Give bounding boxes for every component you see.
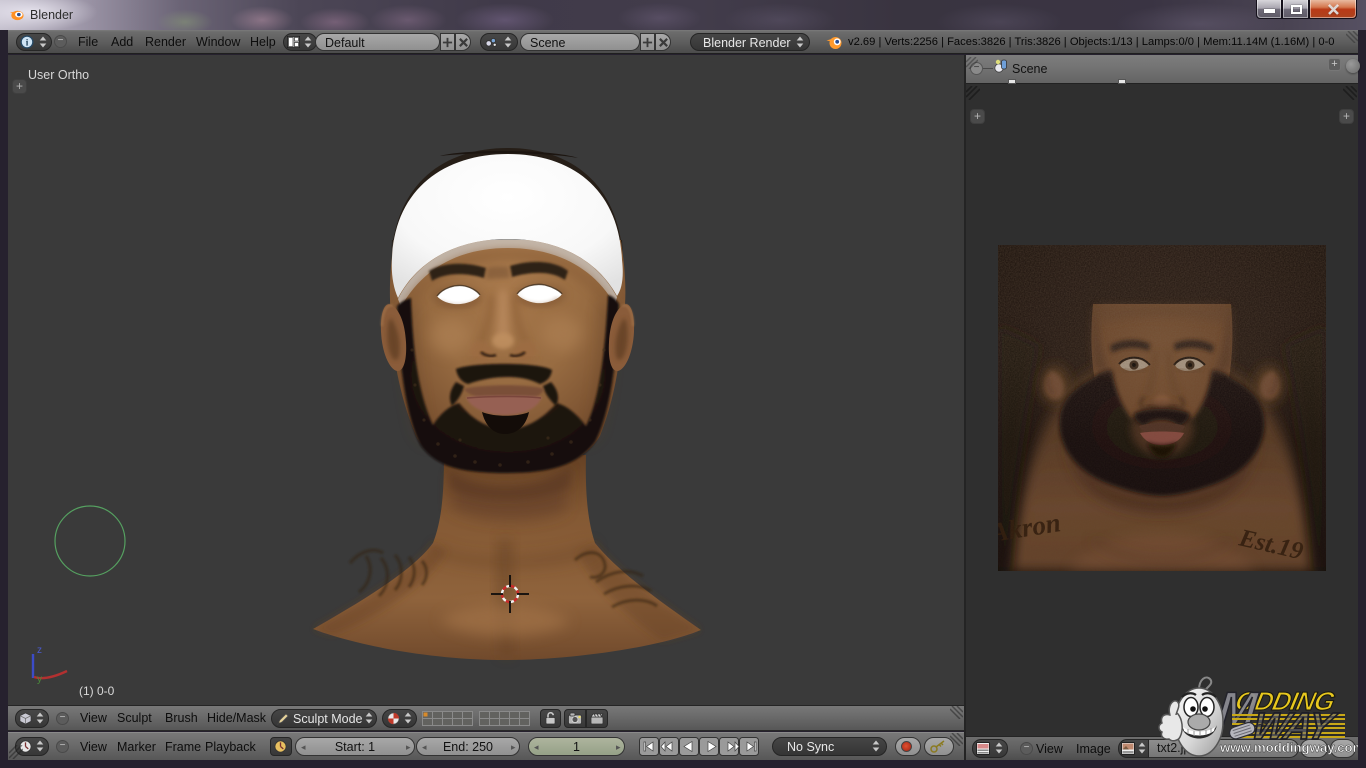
svg-text:i: i xyxy=(26,38,29,48)
svg-text:z: z xyxy=(37,645,42,656)
svg-text:y: y xyxy=(37,674,42,685)
svg-text:www.moddingway.com: www.moddingway.com xyxy=(1219,740,1358,755)
